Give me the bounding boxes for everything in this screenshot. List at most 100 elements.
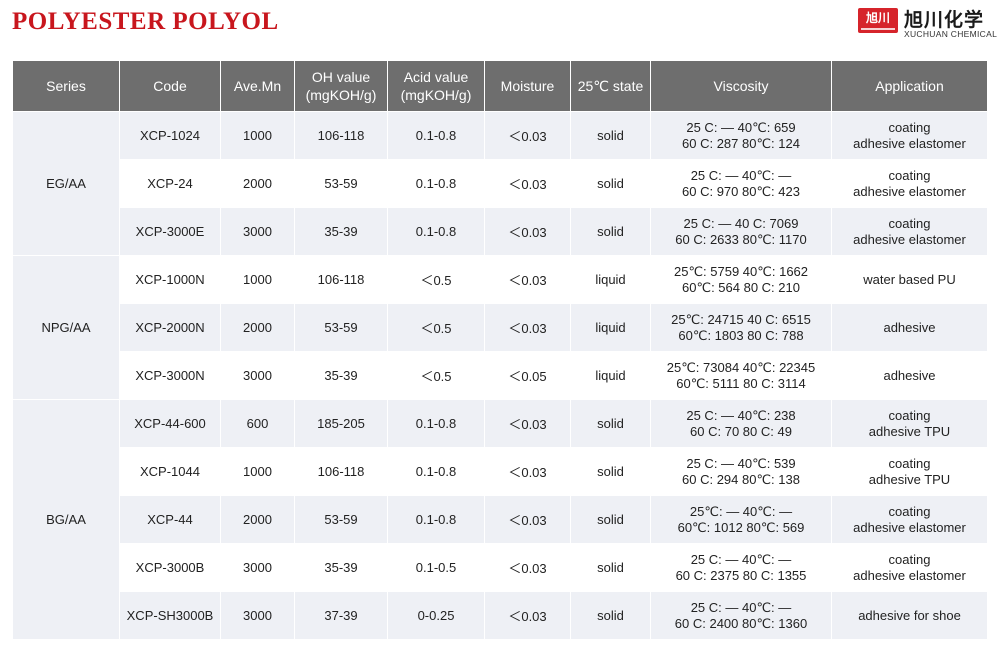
state-cell: solid [570,399,651,448]
viscosity-line: 25℃: — 40℃: — [689,503,793,519]
viscosity-line: 25℃: 5759 40℃: 1662 [673,263,809,279]
mn-cell: 3000 [220,207,295,256]
application-cell: adhesive for shoe [831,591,988,640]
code-cell: XCP-SH3000B [119,591,221,640]
state-cell: liquid [570,255,651,304]
viscosity-line: 25 C: — 40℃: 659 [686,119,796,135]
header-moisture: Moisture [484,60,571,112]
viscosity-cell: 25℃: 5759 40℃: 1662 60℃: 564 80 C: 210 [650,255,832,304]
application-line: adhesive [883,367,936,383]
oh-cell: 37-39 [294,591,388,640]
acid-cell: 0.1-0.8 [387,495,485,544]
application-line: coating [888,551,931,567]
application-line: adhesive elastomer [853,231,966,247]
moisture-cell: ＜0.03 [484,207,571,256]
code-cell: XCP-1044 [119,447,221,496]
table-row: EG/AA XCP-1024 1000 106-118 0.1-0.8 ＜0.03 soli… [12,111,988,256]
series-cell: BG/AA [12,399,120,640]
viscosity-cell: 25 C: — 40℃: 539 60 C: 294 80℃: 138 [650,447,832,496]
acid-cell: 0-0.25 [387,591,485,640]
moisture-cell: ＜0.03 [484,447,571,496]
moisture-cell: ＜0.03 [484,591,571,640]
acid-cell: 0.1-0.8 [387,399,485,448]
header-code: Code [119,60,221,112]
application-line: coating [888,215,931,231]
state-cell: solid [570,591,651,640]
table-body: EG/AA XCP-1024 1000 106-118 0.1-0.8 ＜0.03 soli… [12,111,988,640]
application-line: adhesive [883,319,936,335]
moisture-cell: ＜0.03 [484,495,571,544]
application-line: adhesive elastomer [853,183,966,199]
viscosity-line: 25℃: 24715 40 C: 6515 [671,311,811,327]
application-line: adhesive elastomer [853,135,966,151]
application-cell: coating adhesive elastomer [831,207,988,256]
product-spec-table: Series Code Ave.Mn OH value (mgKOH/g) Aci… [12,60,988,640]
mn-cell: 2000 [220,495,295,544]
viscosity-line: 60 C: 294 80℃: 138 [682,471,800,487]
viscosity-line: 25 C: — 40℃: — [690,599,792,615]
viscosity-cell: 25℃: 73084 40℃: 22345 60℃: 5111 80 C: 311… [650,351,832,400]
header-state: 25℃ state [570,60,651,112]
state-cell: liquid [570,351,651,400]
acid-cell: ＜0.5 [387,351,485,400]
acid-cell: ＜0.5 [387,303,485,352]
series-cell: NPG/AA [12,255,120,400]
table-row: XCP-SH3000B 3000 37-39 0-0.25 ＜0.03 solid 25 C… [13,591,988,640]
application-line: adhesive TPU [868,423,951,439]
viscosity-line: 60℃: 1803 80 C: 788 [678,327,804,343]
series-cell: EG/AA [12,111,120,256]
table-row: XCP-1044 1000 106-118 0.1-0.8 ＜0.03 solid 25 C… [13,447,988,496]
code-cell: XCP-3000B [119,543,221,592]
state-cell: solid [570,447,651,496]
code-cell: XCP-3000N [119,351,221,400]
viscosity-cell: 25 C: — 40℃: —60 C: 970 80℃: 423 [650,159,832,208]
viscosity-cell: 25℃: — 40℃: —60℃: 1012 80℃: 569 [650,495,832,544]
header-viscosity: Viscosity [650,60,832,112]
mn-cell: 600 [220,399,295,448]
viscosity-line: 60 C: 2400 80℃: 1360 [674,615,808,631]
acid-cell: ＜0.5 [387,255,485,304]
table-row: XCP-2000N 2000 53-59 ＜0.5 ＜0.03 liquid 25℃: 24… [13,303,988,352]
application-line: adhesive elastomer [853,519,966,535]
brand-mark-icon: 旭川 [858,8,898,33]
mn-cell: 1000 [220,255,295,304]
viscosity-line: 60 C: 70 80 C: 49 [690,423,792,439]
viscosity-cell: 25 C: — 40℃: —60 C: 2375 80 C: 1355 [650,543,832,592]
oh-cell: 35-39 [294,351,388,400]
viscosity-line: 60 C: 2633 80℃: 1170 [675,231,807,247]
oh-cell: 35-39 [294,207,388,256]
viscosity-line: 60℃: 564 80 C: 210 [682,279,800,295]
application-cell: coating adhesive elastomer [831,159,988,208]
table-row: XCP-24 2000 53-59 0.1-0.8 ＜0.03 solid 25 C: — … [13,159,988,208]
brand-name-en: XUCHUAN CHEMICAL [904,29,998,39]
application-line: coating [888,167,931,183]
oh-cell: 106-118 [294,255,388,304]
mn-cell: 1000 [220,111,295,160]
code-cell: XCP-3000E [119,207,221,256]
oh-cell: 106-118 [294,447,388,496]
viscosity-line: 25 C: — 40℃: — [690,551,792,567]
moisture-cell: ＜0.03 [484,111,571,160]
code-cell: XCP-44 [119,495,221,544]
state-cell: solid [570,543,651,592]
application-cell: water based PU [831,255,988,304]
acid-cell: 0.1-0.8 [387,111,485,160]
code-cell: XCP-24 [119,159,221,208]
state-cell: solid [570,159,651,208]
application-line: coating [888,503,931,519]
mn-cell: 3000 [220,351,295,400]
application-cell: adhesive [831,303,988,352]
brand-logo: 旭川 旭川化学 XUCHUAN CHEMICAL [856,5,998,39]
application-line: adhesive for shoe [858,607,961,623]
table-row: XCP-3000N 3000 35-39 ＜0.5 ＜0.05 liquid 25℃: 73… [13,351,988,400]
viscosity-line: 60 C: 2375 80 C: 1355 [675,567,807,583]
state-cell: solid [570,207,651,256]
application-line: adhesive TPU [868,471,951,487]
moisture-cell: ＜0.05 [484,351,571,400]
header-oh-value: OH value (mgKOH/g) [294,60,388,112]
acid-cell: 0.1-0.8 [387,207,485,256]
viscosity-line: 25℃: 73084 40℃: 22345 [666,359,816,375]
application-cell: adhesive [831,351,988,400]
moisture-cell: ＜0.03 [484,255,571,304]
viscosity-cell: 25 C: — 40℃: 238 60 C: 70 80 C: 49 [650,399,832,448]
